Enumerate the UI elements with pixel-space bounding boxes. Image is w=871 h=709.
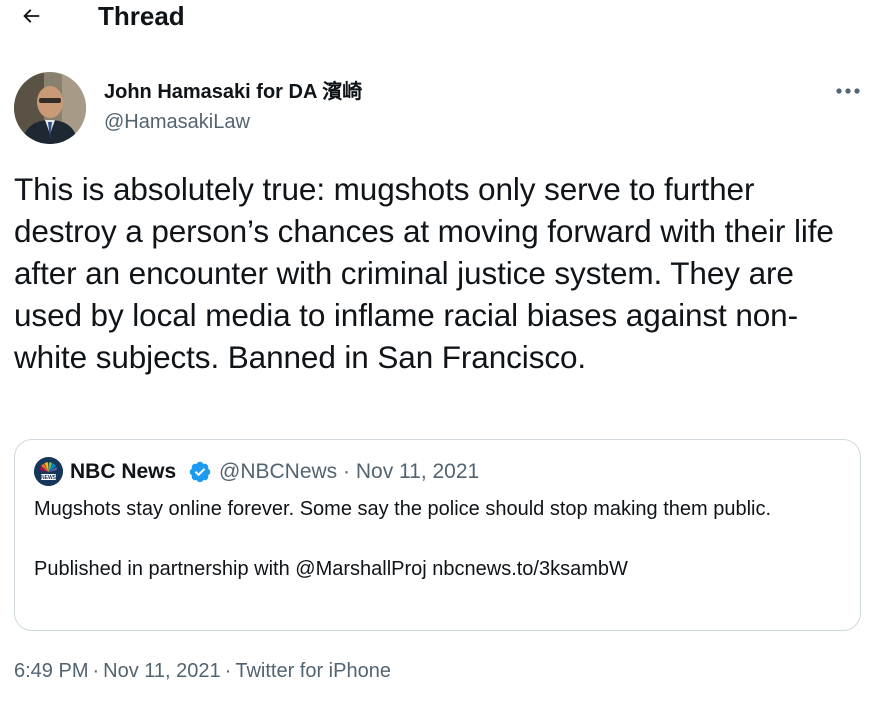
more-horizontal-icon <box>836 88 860 94</box>
tweet-meta: 6:49 PM · Nov 11, 2021 · Twitter for iPhone <box>14 658 391 684</box>
quoted-author-name: NBC News <box>70 460 177 483</box>
author-name[interactable]: John Hamasaki for DA 濱崎 <box>104 79 362 105</box>
meta-separator: · <box>224 660 232 682</box>
arrow-left-icon <box>23 9 40 23</box>
back-button[interactable] <box>14 0 48 32</box>
meta-separator: · <box>92 660 100 682</box>
quoted-handle: @NBCNews <box>219 460 338 483</box>
svg-text:NEWS: NEWS <box>41 475 57 481</box>
tweet-date[interactable]: Nov 11, 2021 <box>103 660 221 682</box>
nbc-peacock-logo-icon: NEWS <box>34 457 63 486</box>
profile-photo-icon <box>14 72 86 144</box>
thread-header: Thread <box>0 0 871 40</box>
quoted-tweet[interactable]: NEWS NBC News @NBCNews · Nov 11, 2021 Mu… <box>14 439 861 631</box>
more-options-button[interactable] <box>830 78 866 104</box>
quoted-avatar: NEWS <box>34 457 63 486</box>
verified-badge <box>188 460 212 484</box>
quoted-text-line: Mugshots stay online forever. Some say t… <box>34 498 772 520</box>
quoted-date: Nov 11, 2021 <box>355 460 480 483</box>
quoted-text-line: Published in partnership with @MarshallP… <box>34 558 628 580</box>
tweet-time[interactable]: 6:49 PM <box>14 660 88 682</box>
author-handle[interactable]: @HamasakiLaw <box>104 109 250 135</box>
tweet-source[interactable]: Twitter for iPhone <box>235 660 391 682</box>
verified-badge-icon <box>189 461 211 483</box>
tweet-text: This is absolutely true: mugshots only s… <box>14 171 834 375</box>
quoted-meta: @NBCNews · Nov 11, 2021 <box>219 460 480 483</box>
avatar[interactable] <box>14 72 86 144</box>
quoted-text: Mugshots stay online forever. Some say t… <box>34 494 834 584</box>
page-title: Thread <box>98 1 185 31</box>
